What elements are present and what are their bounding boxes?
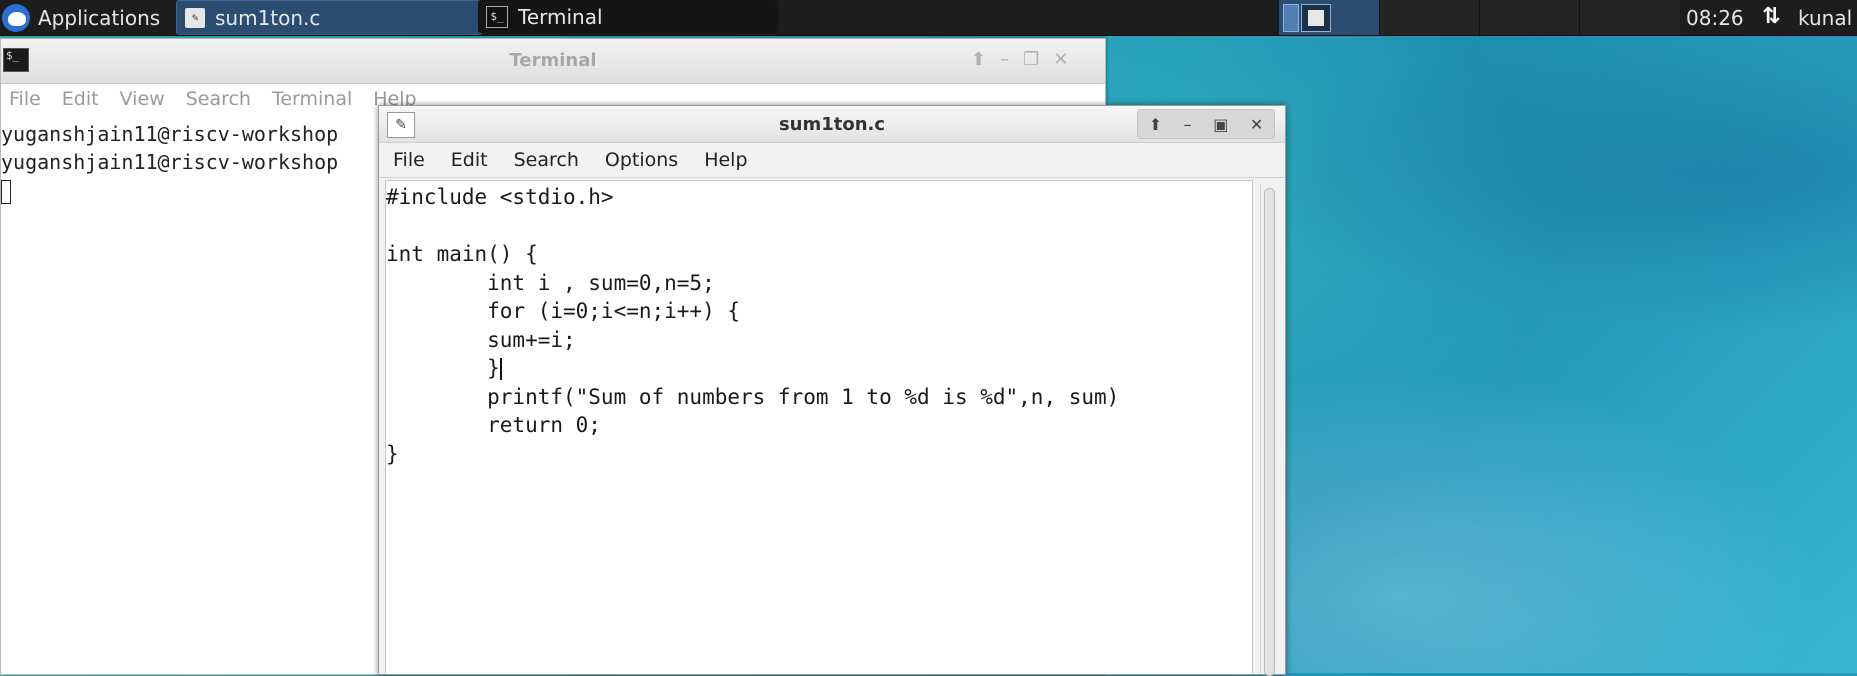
taskbar-item-terminal[interactable]: $_ Terminal <box>478 0 778 33</box>
user-menu[interactable]: kunal <box>1798 0 1852 35</box>
code-editor[interactable]: #include <stdio.h> ​int main() { int i , … <box>385 180 1253 674</box>
workspace-pager[interactable] <box>1279 0 1379 35</box>
code-line: } <box>386 356 500 380</box>
code-line: return 0; <box>386 413 601 437</box>
code-line: #include <stdio.h> <box>386 185 614 209</box>
keep-above-icon[interactable]: ⬆ <box>1149 115 1162 134</box>
text-caret <box>499 358 502 380</box>
applications-menu-button[interactable]: Applications <box>0 0 160 35</box>
terminal-titlebar[interactable]: $_ Terminal ⬆ – ❐ ✕ <box>1 39 1105 84</box>
menu-edit[interactable]: Edit <box>437 149 500 171</box>
code-line: } <box>386 441 399 466</box>
minimize-icon[interactable]: – <box>1184 115 1192 134</box>
code-line: printf("Sum of numbers from 1 to %d is %… <box>386 384 1120 409</box>
menu-search[interactable]: Search <box>178 88 264 110</box>
scrollbar-thumb[interactable] <box>1264 188 1275 676</box>
workspace-1[interactable] <box>1283 3 1299 32</box>
applications-label: Applications <box>38 5 161 30</box>
close-icon[interactable]: ✕ <box>1053 49 1068 70</box>
workspace-2[interactable] <box>1301 3 1331 32</box>
taskbar-item-sum1ton[interactable]: ✎ sum1ton.c <box>176 0 482 35</box>
terminal-cursor <box>1 179 11 204</box>
code-line: int main() { <box>386 242 538 266</box>
code-line-with-caret: } <box>386 354 1252 383</box>
xfce-logo-icon <box>2 3 30 32</box>
close-icon[interactable]: ✕ <box>1250 115 1263 134</box>
workspace-3[interactable] <box>1379 0 1480 35</box>
code-line: for (i=0;i<=n;i++) { <box>386 299 741 323</box>
taskbar-item-label: sum1ton.c <box>215 5 321 30</box>
top-panel: Applications ✎ sum1ton.c $_ Terminal 08:… <box>0 0 1857 36</box>
editor-window[interactable]: ✎ sum1ton.c ⬆ – ▣ ✕ File Edit Search Opt… <box>378 105 1286 676</box>
text-editor-icon <box>1308 9 1324 26</box>
vertical-scrollbar[interactable] <box>1260 184 1277 676</box>
editor-menubar: File Edit Search Options Help <box>379 143 1285 178</box>
code-line: ​ <box>386 212 1252 241</box>
menu-options[interactable]: Options <box>591 149 690 171</box>
maximize-icon[interactable]: ▣ <box>1213 115 1228 134</box>
menu-file[interactable]: File <box>379 149 437 171</box>
menu-view[interactable]: View <box>112 88 178 110</box>
terminal-icon: $_ <box>486 5 508 28</box>
keep-above-icon[interactable]: ⬆ <box>971 49 986 70</box>
restore-icon[interactable]: ❐ <box>1023 49 1039 70</box>
clock[interactable]: 08:26 <box>1686 0 1744 35</box>
terminal-title: Terminal <box>509 50 597 71</box>
editor-titlebar[interactable]: ✎ sum1ton.c ⬆ – ▣ ✕ <box>379 106 1285 143</box>
workspace-4[interactable] <box>1479 0 1580 35</box>
code-line: sum+=i; <box>386 327 576 352</box>
text-editor-icon: ✎ <box>185 7 205 28</box>
menu-file[interactable]: File <box>1 88 54 110</box>
taskbar-item-label: Terminal <box>518 4 603 29</box>
menu-edit[interactable]: Edit <box>54 88 112 110</box>
workspace-5[interactable] <box>1579 0 1680 35</box>
network-transfer-icon[interactable]: ⇅ <box>1762 4 1780 29</box>
menu-help[interactable]: Help <box>690 149 759 171</box>
menu-search[interactable]: Search <box>500 149 591 171</box>
code-line: int i , sum=0,n=5; <box>386 270 715 295</box>
minimize-icon[interactable]: – <box>1000 49 1009 70</box>
menu-terminal[interactable]: Terminal <box>264 88 365 110</box>
